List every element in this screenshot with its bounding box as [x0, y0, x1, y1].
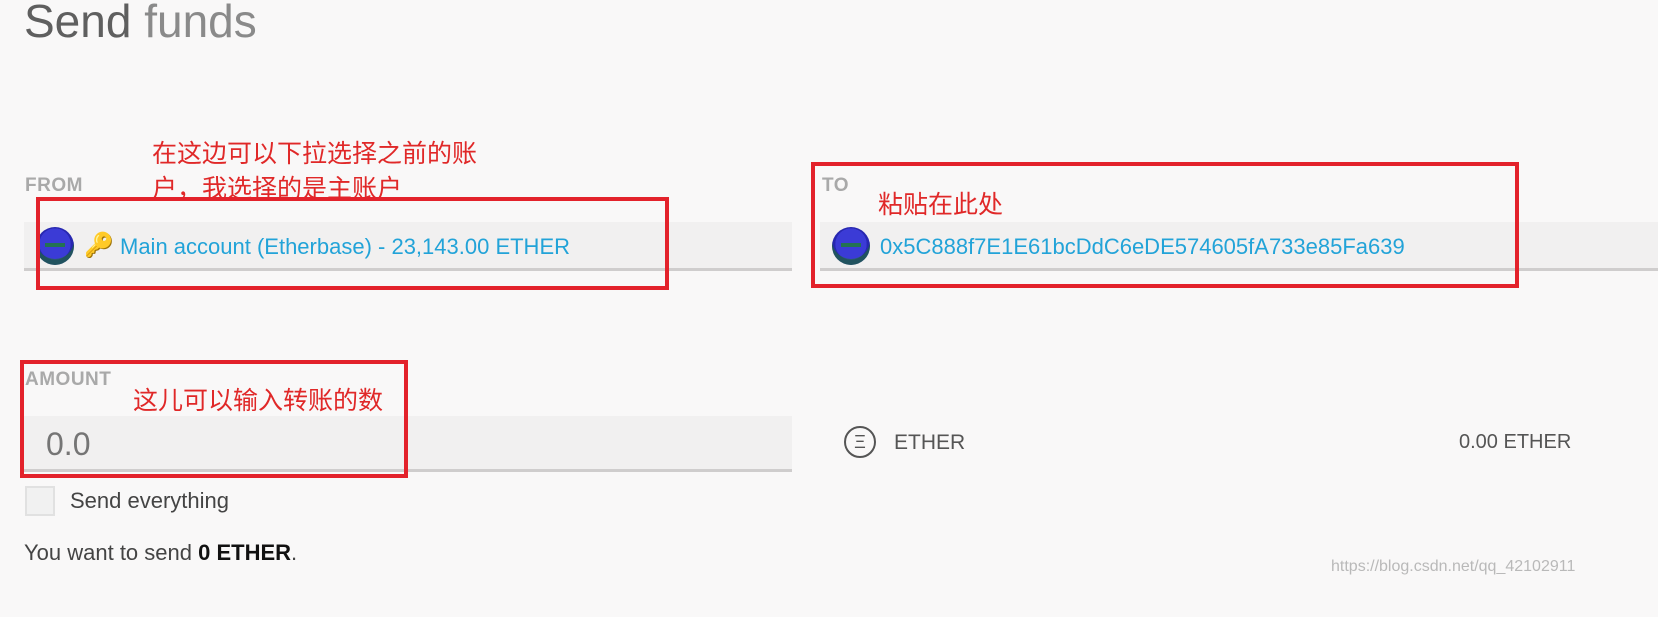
currency-label[interactable]: ETHER: [894, 431, 965, 455]
from-annotation-line1: 在这边可以下拉选择之前的账: [152, 139, 478, 168]
send-summary-value: 0 ETHER: [198, 540, 292, 565]
from-highlight-box: [36, 197, 669, 290]
page-title-light: funds: [131, 0, 257, 47]
send-everything-checkbox[interactable]: [25, 486, 55, 516]
send-everything-label[interactable]: Send everything: [70, 488, 229, 514]
send-summary-prefix: You want to send: [24, 540, 199, 565]
from-label: FROM: [25, 175, 83, 196]
from-annotation: 在这边可以下拉选择之前的账 户，我选择的是主账户: [152, 136, 477, 206]
send-summary: You want to send 0 ETHER.: [24, 540, 297, 566]
ether-icon: Ξ: [844, 426, 876, 458]
page-title: Send funds: [24, 0, 257, 50]
page-title-bold: Send: [24, 0, 132, 47]
watermark: https://blog.csdn.net/qq_42102911: [1331, 558, 1576, 575]
send-summary-suffix: .: [291, 540, 298, 565]
to-highlight-box: [811, 162, 1519, 288]
fee-display: 0.00 ETHER: [1459, 431, 1572, 453]
amount-highlight-box: [20, 360, 408, 478]
